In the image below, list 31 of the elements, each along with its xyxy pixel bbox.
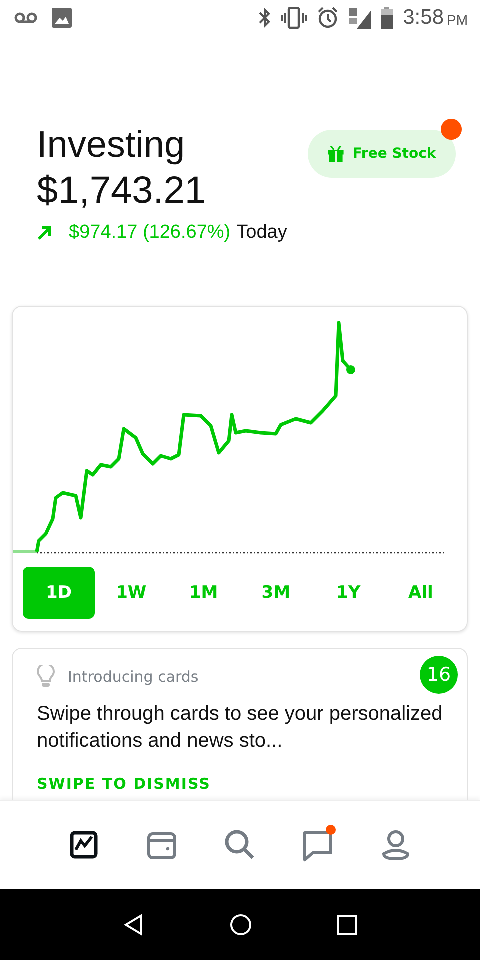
voicemail-icon <box>14 12 38 24</box>
image-icon <box>52 8 72 28</box>
current-point <box>346 366 356 374</box>
range-tab[interactable]: 1M <box>168 567 240 619</box>
lightbulb-icon <box>37 665 55 689</box>
status-time: 3:58 <box>403 6 444 30</box>
alarm-icon <box>317 7 340 29</box>
home-icon[interactable] <box>230 914 252 936</box>
up-arrow-icon <box>37 225 53 241</box>
bluetooth-icon <box>259 8 272 28</box>
status-period: PM <box>447 12 468 28</box>
range-tab[interactable]: 1D <box>23 567 95 619</box>
signal-icon <box>349 7 372 29</box>
battery-icon <box>381 7 394 29</box>
range-tab[interactable]: 1Y <box>312 567 385 619</box>
recents-icon[interactable] <box>337 914 358 934</box>
card-message: Swipe through cards to see your personalized notifications and news sto... <box>37 702 444 754</box>
range-tab[interactable]: 3M <box>240 567 312 619</box>
range-tab[interactable]: 1W <box>95 567 168 619</box>
free-stock-button[interactable]: Free Stock <box>308 130 456 178</box>
dismiss-hint: SWIPE TO DISMISS <box>37 775 212 793</box>
card-count-badge: 16 <box>420 656 458 694</box>
back-icon[interactable] <box>122 914 145 936</box>
page-title: Investing <box>37 123 186 167</box>
price-change: $974.17 (126.67%) <box>69 222 231 244</box>
range-tab[interactable]: All <box>384 567 457 619</box>
card-eyebrow: Introducing cards <box>68 668 199 686</box>
vibrate-icon <box>281 7 308 29</box>
gift-icon <box>328 146 344 162</box>
change-period: Today <box>236 222 288 244</box>
portfolio-balance: $1,743.21 <box>37 169 208 214</box>
